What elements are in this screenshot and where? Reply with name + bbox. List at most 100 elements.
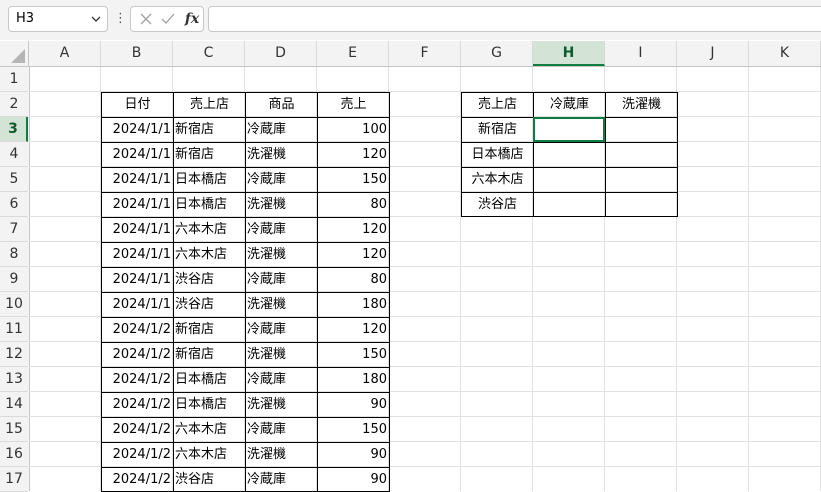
sales-data-cell[interactable]: 90 [317,392,390,417]
row-header-5[interactable]: 5 [0,167,28,192]
summary-header-cell[interactable]: 売上店 [461,92,533,117]
sales-data-cell[interactable]: 100 [317,117,390,142]
summary-store-cell[interactable]: 日本橋店 [461,142,533,167]
sales-header-cell[interactable]: 売上 [317,92,390,117]
sales-data-cell[interactable]: 新宿店 [173,342,245,367]
sales-data-cell[interactable]: 2024/1/2 [101,392,173,417]
sales-header-cell[interactable]: 日付 [101,92,173,117]
sales-data-cell[interactable]: 冷蔵庫 [245,267,317,292]
sales-data-cell[interactable]: 洗濯機 [245,442,317,467]
row-header-8[interactable]: 8 [0,242,28,267]
row-header-4[interactable]: 4 [0,142,28,167]
sales-data-cell[interactable]: 冷蔵庫 [245,367,317,392]
sales-data-cell[interactable]: 洗濯機 [245,192,317,217]
sales-data-cell[interactable]: 180 [317,292,390,317]
chevron-down-icon[interactable] [89,7,103,31]
enter-icon[interactable] [157,7,179,31]
sales-data-cell[interactable]: 2024/1/2 [101,367,173,392]
formula-input[interactable] [208,6,821,32]
sales-data-cell[interactable]: 2024/1/1 [101,167,173,192]
sales-data-cell[interactable]: 90 [317,442,390,467]
sales-data-cell[interactable]: 渋谷店 [173,267,245,292]
summary-value-cell[interactable] [533,167,605,192]
row-header-13[interactable]: 13 [0,367,28,392]
row-header-6[interactable]: 6 [0,192,28,217]
sales-data-cell[interactable]: 2024/1/2 [101,342,173,367]
sales-data-cell[interactable]: 180 [317,367,390,392]
sales-data-cell[interactable]: 2024/1/1 [101,142,173,167]
sales-data-cell[interactable]: 2024/1/2 [101,467,173,492]
row-header-9[interactable]: 9 [0,267,28,292]
sales-data-cell[interactable]: 2024/1/1 [101,267,173,292]
sales-data-cell[interactable]: 2024/1/1 [101,242,173,267]
summary-header-cell[interactable]: 冷蔵庫 [533,92,605,117]
column-header-g[interactable]: G [461,41,533,66]
sales-data-cell[interactable]: 冷蔵庫 [245,217,317,242]
worksheet-grid[interactable]: 日付 売上店 商品 売上 2024/1/1 新宿店 冷蔵庫 100 2024/1/1 新宿店 洗濯機… [29,67,821,492]
sales-data-cell[interactable]: 2024/1/2 [101,417,173,442]
sales-data-cell[interactable]: 150 [317,167,390,192]
cancel-icon[interactable] [135,7,157,31]
column-header-j[interactable]: J [677,41,749,66]
sales-data-cell[interactable]: 新宿店 [173,142,245,167]
sales-data-cell[interactable]: 90 [317,467,390,492]
summary-value-cell[interactable] [533,142,605,167]
row-header-10[interactable]: 10 [0,292,28,317]
summary-value-cell[interactable] [605,117,678,142]
sales-data-cell[interactable]: 渋谷店 [173,292,245,317]
sales-data-cell[interactable]: 洗濯機 [245,242,317,267]
sales-data-cell[interactable]: 日本橋店 [173,367,245,392]
row-header-1[interactable]: 1 [0,67,28,92]
sales-data-cell[interactable]: 120 [317,217,390,242]
sales-data-cell[interactable]: 六本木店 [173,442,245,467]
sales-data-cell[interactable]: 洗濯機 [245,342,317,367]
sales-data-cell[interactable]: 2024/1/1 [101,192,173,217]
row-header-2[interactable]: 2 [0,92,28,117]
sales-data-cell[interactable]: 150 [317,417,390,442]
sales-data-cell[interactable]: 150 [317,342,390,367]
sales-data-cell[interactable]: 冷蔵庫 [245,167,317,192]
row-header-15[interactable]: 15 [0,417,28,442]
summary-value-cell[interactable] [605,142,678,167]
sales-data-cell[interactable]: 2024/1/2 [101,317,173,342]
sales-data-cell[interactable]: 冷蔵庫 [245,467,317,492]
sales-data-cell[interactable]: 六本木店 [173,417,245,442]
column-header-f[interactable]: F [389,41,461,66]
column-header-h[interactable]: H [533,41,605,66]
summary-store-cell[interactable]: 渋谷店 [461,192,533,217]
sales-data-cell[interactable]: 渋谷店 [173,467,245,492]
select-all-corner[interactable] [0,41,29,66]
sales-data-cell[interactable]: 80 [317,267,390,292]
row-header-14[interactable]: 14 [0,392,28,417]
sales-data-cell[interactable]: 洗濯機 [245,392,317,417]
more-options-icon[interactable]: ⋮ [114,9,127,29]
summary-value-cell[interactable] [533,192,605,217]
sales-data-cell[interactable]: 2024/1/2 [101,442,173,467]
row-header-7[interactable]: 7 [0,217,28,242]
sales-data-cell[interactable]: 洗濯機 [245,292,317,317]
sales-data-cell[interactable]: 120 [317,242,390,267]
row-header-16[interactable]: 16 [0,442,28,467]
sales-data-cell[interactable]: 日本橋店 [173,167,245,192]
row-header-11[interactable]: 11 [0,317,28,342]
summary-store-cell[interactable]: 六本木店 [461,167,533,192]
column-header-e[interactable]: E [317,41,389,66]
sales-data-cell[interactable]: 2024/1/1 [101,117,173,142]
row-header-12[interactable]: 12 [0,342,28,367]
sales-data-cell[interactable]: 冷蔵庫 [245,317,317,342]
sales-data-cell[interactable]: 六本木店 [173,217,245,242]
summary-value-cell[interactable] [605,167,678,192]
sales-data-cell[interactable]: 2024/1/1 [101,217,173,242]
sales-header-cell[interactable]: 売上店 [173,92,245,117]
sales-data-cell[interactable]: 120 [317,317,390,342]
function-icon[interactable]: fx [181,7,203,31]
summary-value-cell[interactable] [533,117,605,142]
summary-header-cell[interactable]: 洗濯機 [605,92,678,117]
row-header-17[interactable]: 17 [0,467,28,492]
column-header-d[interactable]: D [245,41,317,66]
column-header-k[interactable]: K [749,41,821,66]
column-header-c[interactable]: C [173,41,245,66]
name-box[interactable]: H3 [8,6,108,32]
sales-data-cell[interactable]: 冷蔵庫 [245,417,317,442]
sales-header-cell[interactable]: 商品 [245,92,317,117]
